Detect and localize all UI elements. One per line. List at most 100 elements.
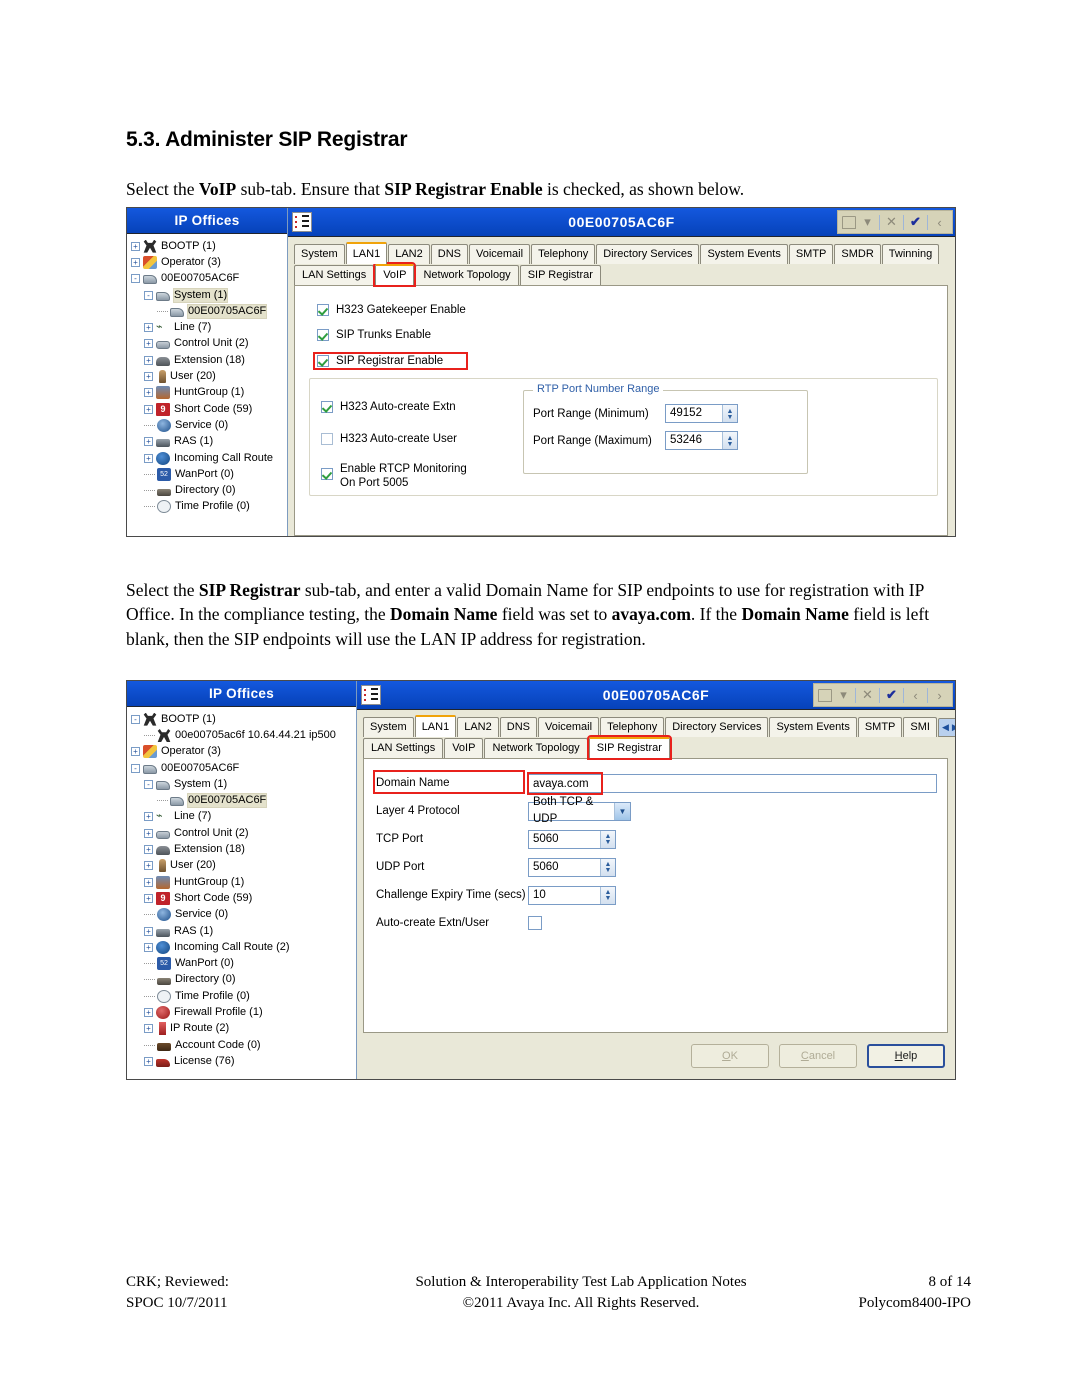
subtab-network-topology[interactable]: Network Topology <box>484 738 588 758</box>
rtp-port-rows[interactable]: Port Range (Minimum) 49152 ▲ ▼ Port Range (M… <box>524 391 807 450</box>
spinner-arrows-icon[interactable]: ▲ ▼ <box>600 858 615 876</box>
spinner-value-challenge-expiry-time-secs[interactable]: 10 <box>529 887 600 904</box>
tab-smi[interactable]: SMI <box>903 717 937 737</box>
collapse-node-icon[interactable]: - <box>144 779 153 789</box>
checkbox-h323-auto-create-extn[interactable] <box>321 401 333 413</box>
tree-node-list[interactable]: + BOOTP (1) + Operator (3) -00E00705AC6F - Sys… <box>127 234 287 536</box>
tree-node[interactable]: - BOOTP (1) <box>131 711 356 727</box>
checkbox-row-h323-auto-create-user[interactable]: H323 Auto-create User <box>321 433 457 445</box>
spinner-value-udp-port[interactable]: 5060 <box>529 859 600 876</box>
tree-node[interactable]: + Control Unit (2) <box>131 825 356 841</box>
tab-dns[interactable]: DNS <box>430 244 468 264</box>
tab-smdr[interactable]: SMDR <box>834 244 881 264</box>
tree-node[interactable]: +9 Short Code (59) <box>131 890 356 906</box>
spinner-udp-port[interactable]: 5060 ▲ ▼ <box>528 857 616 877</box>
prev-arrow-icon[interactable]: ‹ <box>907 688 924 703</box>
tab-telephony[interactable]: Telephony <box>600 717 665 737</box>
dropdown-arrow-icon[interactable]: ▾ <box>835 687 852 703</box>
new-icon[interactable] <box>818 688 832 702</box>
spinner-arrows-icon[interactable]: ▲ ▼ <box>600 886 615 904</box>
tree-node[interactable]: Account Code (0) <box>131 1037 356 1053</box>
tree-node[interactable]: + Extension (18) <box>131 841 356 857</box>
expand-node-icon[interactable]: + <box>144 388 153 398</box>
tab-lan1[interactable]: LAN1 <box>345 242 388 264</box>
tab-lan2[interactable]: LAN2 <box>388 244 430 264</box>
tab-voicemail[interactable]: Voicemail <box>468 244 531 264</box>
tree-node[interactable]: - 00E00705AC6F <box>131 271 287 287</box>
primary-tab-row[interactable]: System LAN1 LAN2 DNS Voicemail Telephony Direc… <box>294 242 955 264</box>
tree-node[interactable]: - 00E00705AC6F <box>131 760 356 776</box>
sip-registrar-field-list[interactable]: Domain Name avaya.com Layer 4 Protocol Both… <box>373 769 937 937</box>
enable-rtcp-monitoring-checkbox[interactable] <box>321 468 333 480</box>
checkbox-sip-trunks-enable[interactable] <box>317 329 329 341</box>
tab-telephony[interactable]: Telephony <box>531 244 596 264</box>
tree-node[interactable]: + Firewall Profile (1) <box>131 1004 356 1020</box>
expand-node-icon[interactable]: + <box>144 404 153 414</box>
checkbox-sip-registrar-enable[interactable] <box>317 355 329 367</box>
expand-node-icon[interactable]: + <box>144 942 153 952</box>
validate-check-icon[interactable]: ✔ <box>883 687 900 703</box>
spinner-tcp-port[interactable]: 5060 ▲ ▼ <box>528 829 616 849</box>
tree-node[interactable]: Directory (0) <box>131 972 356 988</box>
expand-node-icon[interactable]: + <box>131 747 140 757</box>
rtp-port-value[interactable]: 49152 <box>666 405 722 422</box>
help-button[interactable]: Help <box>867 1044 945 1068</box>
title-bar-toolbar[interactable]: ▾ ✕ ✔ ‹ › <box>813 683 953 707</box>
tree-node[interactable]: + HuntGroup (1) <box>131 385 287 401</box>
tree-node[interactable]: Time Profile (0) <box>131 499 287 515</box>
spinner-arrows-icon[interactable]: ▲ ▼ <box>722 432 737 449</box>
subtab-lan-settings[interactable]: LAN Settings <box>294 265 375 285</box>
expand-node-icon[interactable]: + <box>144 845 153 855</box>
sub-tab-row[interactable]: LAN Settings VoIP Network Topology SIP Regi… <box>294 262 955 287</box>
tab-smtp[interactable]: SMTP <box>857 717 903 737</box>
dropdown-arrow-icon[interactable]: ▾ <box>859 214 876 230</box>
tab-system[interactable]: System <box>363 717 414 737</box>
tree-node[interactable]: + Operator (3) <box>131 254 287 270</box>
auto-create-checkbox-group[interactable]: H323 Auto-create Extn H323 Auto-create Us… <box>321 401 457 465</box>
tree-node[interactable]: + User (20) <box>131 368 287 384</box>
checkbox-row-sip-registrar-enable[interactable]: SIP Registrar Enable <box>313 352 468 370</box>
tab-smtp[interactable]: SMTP <box>788 244 834 264</box>
subtab-voip[interactable]: VoIP <box>373 262 417 287</box>
input-domain-name[interactable]: avaya.com <box>528 773 937 793</box>
sub-tab-row[interactable]: LAN Settings VoIP Network Topology SIP Regi… <box>363 735 955 760</box>
expand-node-icon[interactable]: + <box>144 893 153 903</box>
spinner-value-tcp-port[interactable]: 5060 <box>529 831 600 848</box>
tree-node[interactable]: + License (76) <box>131 1053 356 1069</box>
close-x-icon[interactable]: ✕ <box>883 214 900 230</box>
checkbox-auto-create-extn-user[interactable] <box>528 916 542 930</box>
checkbox-h323-gatekeeper-enable[interactable] <box>317 304 329 316</box>
tree-node[interactable]: + HuntGroup (1) <box>131 874 356 890</box>
dialog-button-bar[interactable]: O K Cancel Help <box>357 1033 955 1079</box>
tab-directory-services[interactable]: Directory Services <box>665 717 769 737</box>
voip-enable-checkbox-group[interactable]: H323 Gatekeeper Enable SIP Trunks Enable S… <box>313 304 468 381</box>
collapse-node-icon[interactable]: - <box>131 763 140 773</box>
tree-node[interactable]: Directory (0) <box>131 482 287 498</box>
tree-node[interactable]: - System (1) <box>131 287 287 303</box>
tree-node[interactable]: 00E00705AC6F <box>131 792 356 809</box>
expand-node-icon[interactable]: + <box>144 926 153 936</box>
select-layer-4-protocol[interactable]: Both TCP & UDP ▼ <box>528 796 631 825</box>
tree-node[interactable]: + Incoming Call Route (2) <box>131 939 356 955</box>
tree-node[interactable]: + Extension (18) <box>131 352 287 368</box>
spinner-arrows-icon[interactable]: ▲ ▼ <box>722 405 737 422</box>
subtab-network-topology[interactable]: Network Topology <box>415 265 519 285</box>
tree-node[interactable]: Service (0) <box>131 907 356 923</box>
spinner-arrows-icon[interactable]: ▲ ▼ <box>600 830 615 848</box>
tree-node[interactable]: Time Profile (0) <box>131 988 356 1004</box>
tab-voicemail[interactable]: Voicemail <box>537 717 600 737</box>
tree-node[interactable]: + User (20) <box>131 858 356 874</box>
expand-node-icon[interactable]: + <box>144 339 153 349</box>
tree-node[interactable]: 00E00705AC6F <box>131 303 287 319</box>
tab-system[interactable]: System <box>294 244 345 264</box>
new-icon[interactable] <box>842 215 856 229</box>
tree-node[interactable]: 52 WanPort (0) <box>131 466 287 482</box>
tree-node[interactable]: + RAS (1) <box>131 434 287 450</box>
validate-check-icon[interactable]: ✔ <box>907 214 924 230</box>
checkbox-row-sip-trunks-enable[interactable]: SIP Trunks Enable <box>317 329 466 341</box>
collapse-node-icon[interactable]: - <box>131 714 140 724</box>
next-arrow-icon[interactable]: › <box>931 688 948 703</box>
chevron-down-icon[interactable]: ▼ <box>614 802 630 820</box>
cancel-button[interactable]: Cancel <box>779 1044 857 1068</box>
tab-twinning[interactable]: Twinning <box>881 244 940 264</box>
